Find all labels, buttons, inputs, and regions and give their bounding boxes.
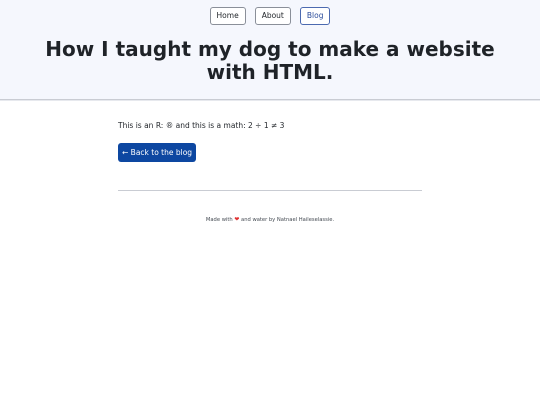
main-content: This is an R: ® and this is a math: 2 ÷ … bbox=[118, 100, 422, 191]
site-header: Home About Blog How I taught my dog to m… bbox=[0, 0, 540, 100]
heart-icon: ❤ bbox=[234, 216, 240, 223]
article-text: This is an R: ® and this is a math: 2 ÷ … bbox=[118, 121, 285, 130]
page-title: How I taught my dog to make a website wi… bbox=[45, 37, 495, 84]
footer-suffix: and water by Natnael Haileselassie. bbox=[241, 217, 335, 223]
nav-home-link[interactable]: Home bbox=[209, 7, 246, 25]
divider bbox=[118, 190, 422, 191]
nav-about-link[interactable]: About bbox=[254, 7, 291, 25]
top-nav: Home About Blog bbox=[0, 7, 540, 25]
back-to-blog-button[interactable]: ← Back to the blog bbox=[118, 143, 197, 162]
footer: Made with ❤ and water by Natnael Hailese… bbox=[0, 216, 540, 223]
nav-blog-link[interactable]: Blog bbox=[299, 7, 331, 25]
footer-prefix: Made with bbox=[205, 217, 233, 223]
